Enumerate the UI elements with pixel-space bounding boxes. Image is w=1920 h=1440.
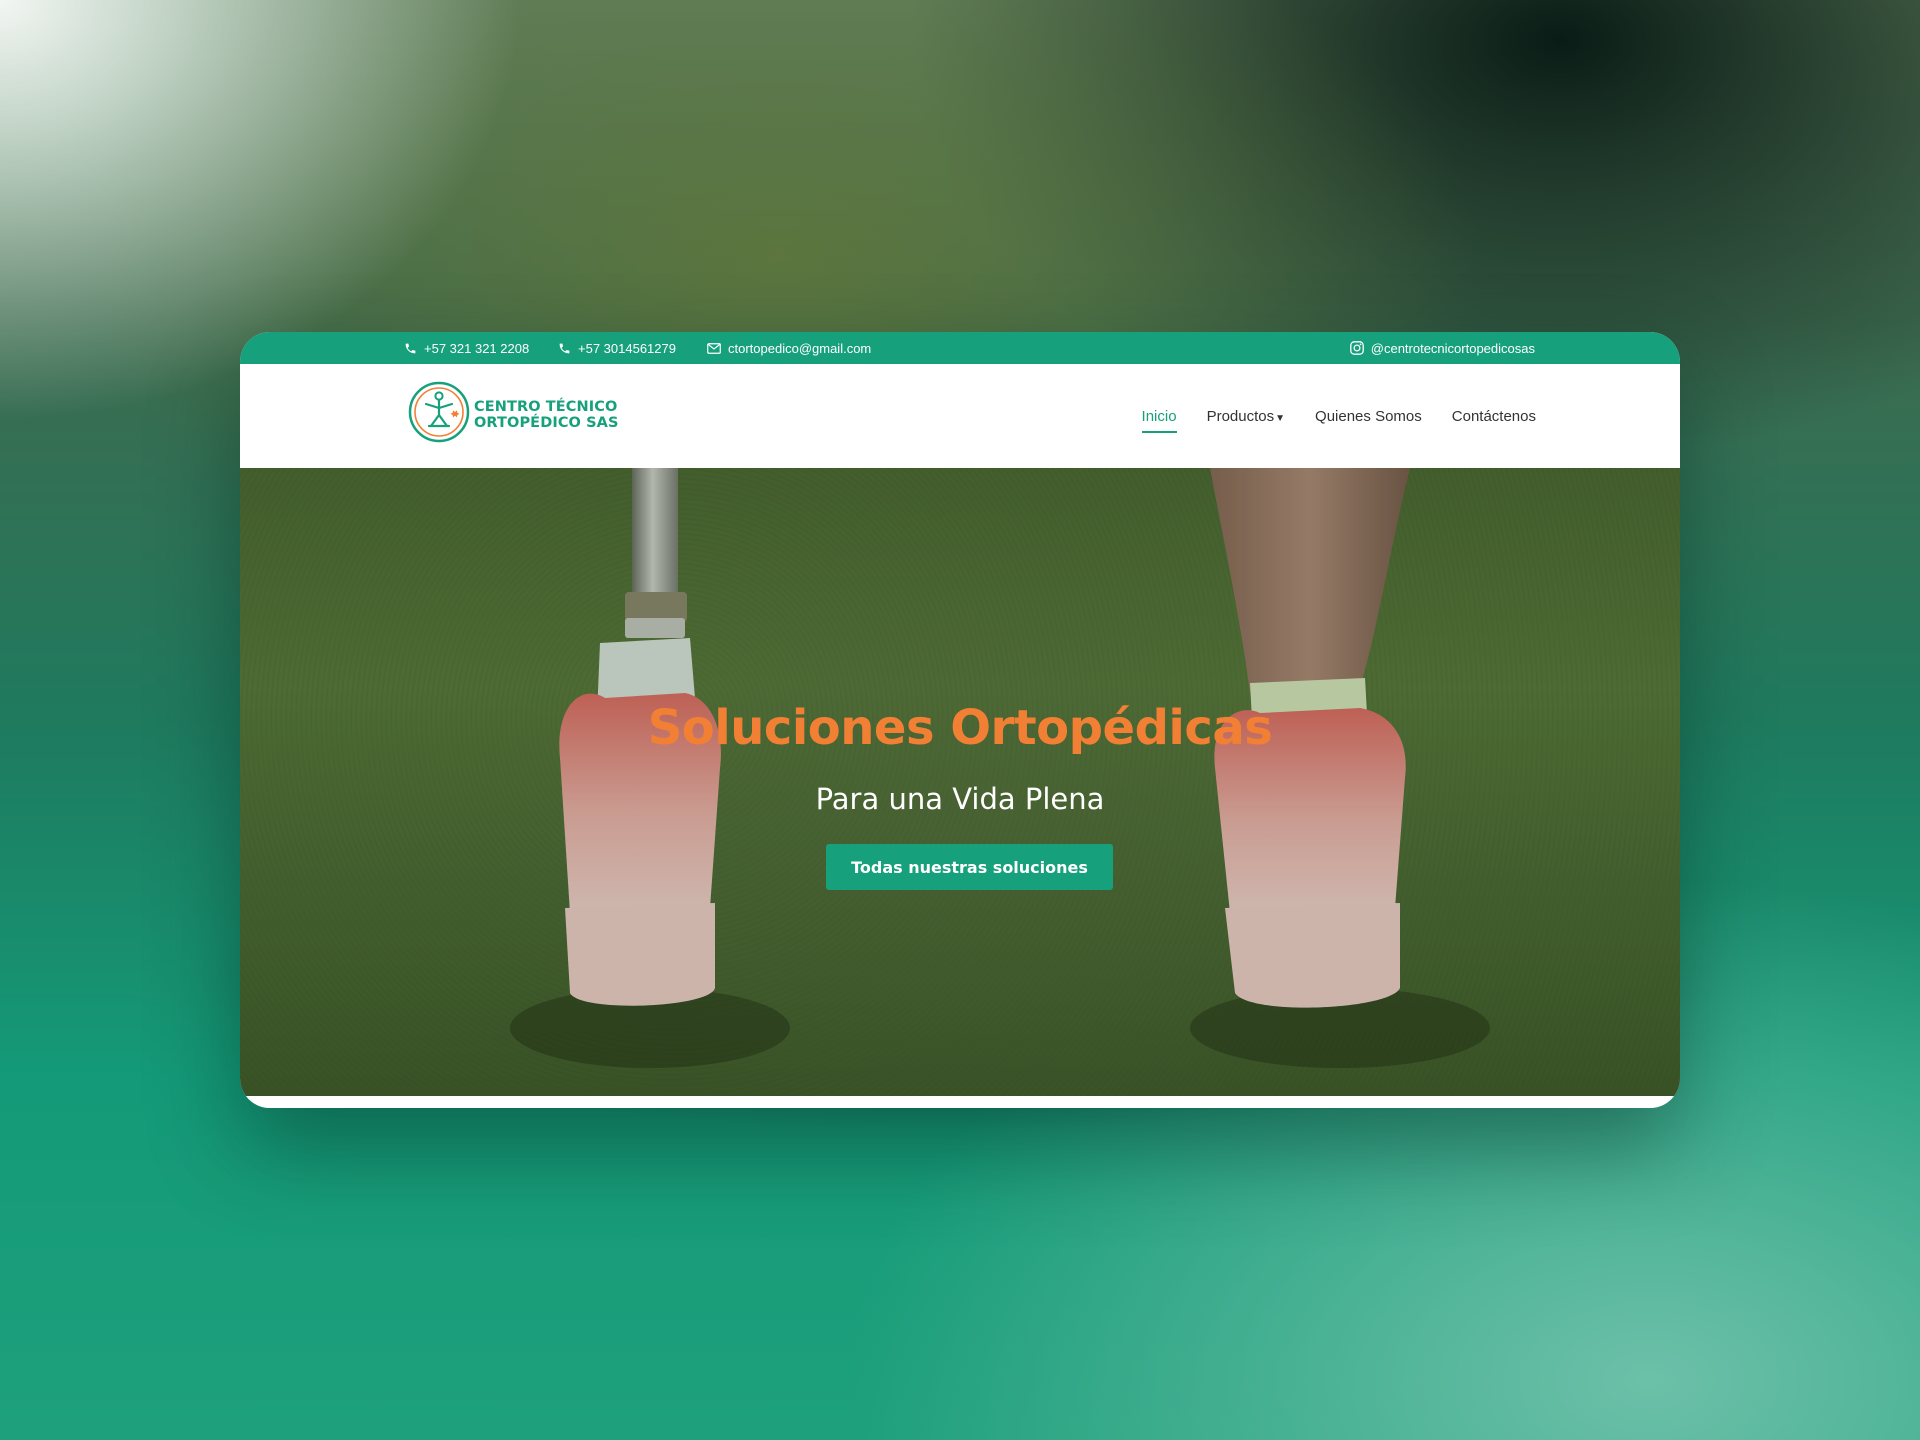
site-logo[interactable]: CENTRO TÉCNICO ORTOPÉDICO SAS [408, 381, 619, 448]
main-navbar: CENTRO TÉCNICO ORTOPÉDICO SAS Inicio Pro… [240, 364, 1680, 468]
section-divider [240, 1096, 1680, 1108]
phone-1-link[interactable]: +57 321 321 2208 [404, 332, 529, 364]
contact-bar: +57 321 321 2208 +57 3014561279 ctortope… [240, 332, 1680, 364]
instagram-text: @centrotecnicortopedicosas [1370, 340, 1535, 356]
nav-item-productos[interactable]: Productos▼ [1207, 408, 1285, 425]
logo-emblem-icon [408, 381, 470, 448]
phone-icon [558, 342, 571, 355]
hero-title: Soluciones Ortopédicas [647, 700, 1273, 756]
email-link[interactable]: ctortopedico@gmail.com [707, 332, 871, 364]
instagram-icon [1349, 341, 1364, 355]
phone-2-text: +57 3014561279 [578, 340, 676, 356]
mail-icon [707, 342, 721, 354]
instagram-link[interactable]: @centrotecnicortopedicosas [1349, 332, 1535, 364]
logo-text: CENTRO TÉCNICO ORTOPÉDICO SAS [474, 399, 619, 431]
caret-down-icon: ▼ [1275, 412, 1286, 424]
email-text: ctortopedico@gmail.com [728, 340, 872, 356]
hero-section: Soluciones Ortopédicas Para una Vida Ple… [240, 468, 1680, 1096]
nav-item-contactenos[interactable]: Contáctenos [1452, 408, 1536, 425]
website-card: +57 321 321 2208 +57 3014561279 ctortope… [240, 332, 1680, 1108]
nav-item-quienes-somos[interactable]: Quienes Somos [1315, 408, 1422, 425]
hero-subtitle: Para una Vida Plena [815, 782, 1105, 816]
phone-1-text: +57 321 321 2208 [424, 340, 530, 356]
logo-line-1: CENTRO TÉCNICO [474, 398, 618, 415]
nav-item-inicio[interactable]: Inicio [1141, 408, 1177, 433]
all-solutions-button[interactable]: Todas nuestras soluciones [826, 844, 1113, 890]
nav-item-productos-label: Productos [1206, 407, 1275, 425]
phone-2-link[interactable]: +57 3014561279 [558, 332, 676, 364]
logo-line-2: ORTOPÉDICO SAS [474, 414, 619, 431]
phone-icon [404, 342, 417, 355]
nav-menu: Inicio Productos▼ Quienes Somos Contácte… [1141, 364, 1536, 468]
